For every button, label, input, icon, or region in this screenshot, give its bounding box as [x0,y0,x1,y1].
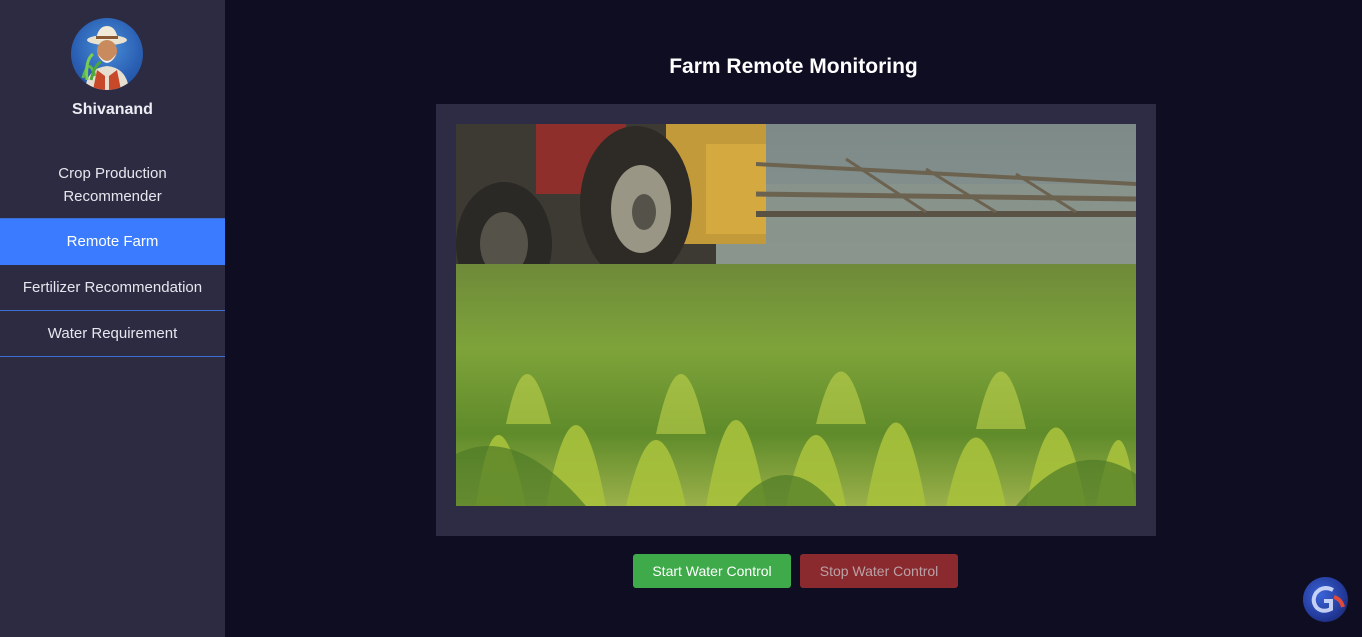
video-frame [436,104,1156,536]
start-water-control-button[interactable]: Start Water Control [633,554,791,588]
sidebar-item-remote-farm[interactable]: Remote Farm [0,219,225,265]
assistant-logo-icon[interactable] [1303,577,1348,622]
page-title: Farm Remote Monitoring [669,55,918,78]
sidebar: Shivanand Crop Production Recommender Re… [0,0,225,637]
sidebar-item-water-requirement[interactable]: Water Requirement [0,311,225,357]
farm-video-feed[interactable] [456,124,1136,506]
stop-water-control-button[interactable]: Stop Water Control [800,554,958,588]
farmer-avatar-icon [71,18,143,90]
sidebar-item-crop-production-recommender[interactable]: Crop Production Recommender [0,151,225,219]
sidebar-item-fertilizer-recommendation[interactable]: Fertilizer Recommendation [0,265,225,311]
app-root: Shivanand Crop Production Recommender Re… [0,0,1362,637]
sidebar-nav: Crop Production Recommender Remote Farm … [0,151,225,357]
user-name: Shivanand [72,101,153,118]
